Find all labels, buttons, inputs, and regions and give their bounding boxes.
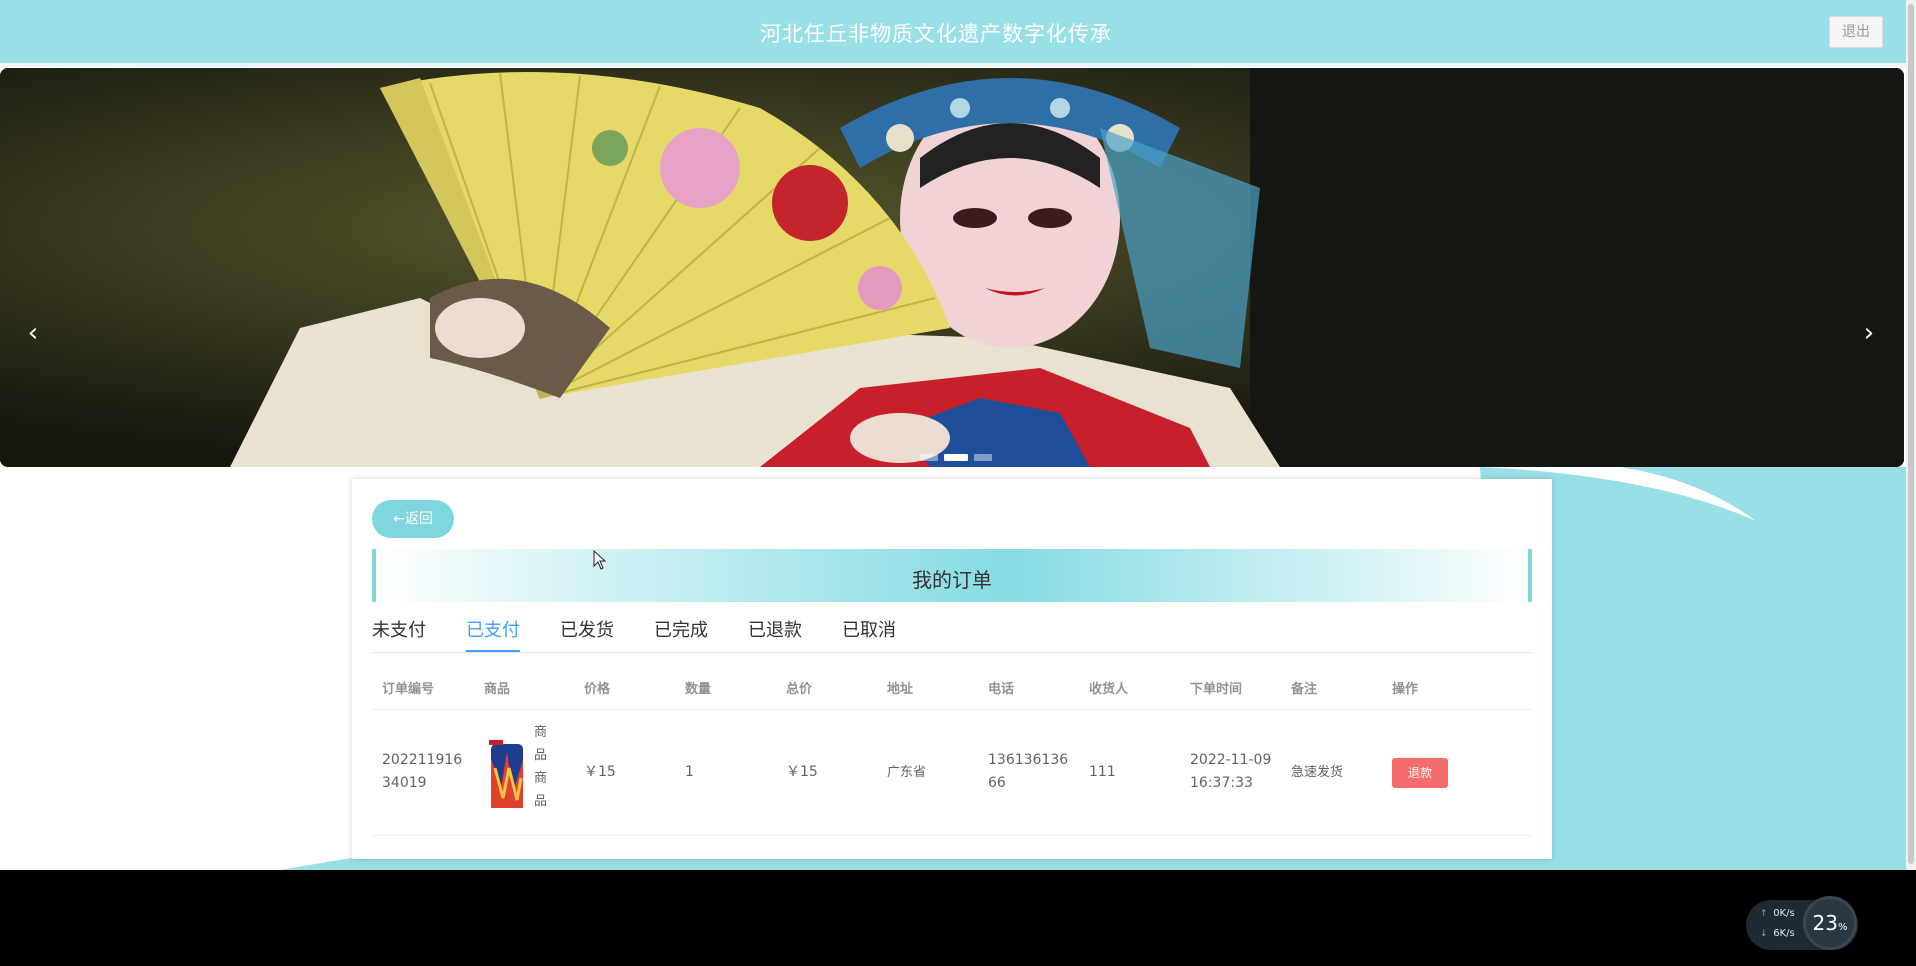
page-footer: [0, 870, 1916, 966]
mouse-cursor-icon: [593, 550, 607, 570]
tab-completed[interactable]: 已完成: [654, 620, 708, 652]
refund-button[interactable]: 退款: [1392, 758, 1448, 788]
top-header: 河北任丘非物质文化遗产数字化传承 退出: [0, 0, 1906, 63]
usage-percent-value: 23: [1812, 911, 1838, 935]
tab-unpaid[interactable]: 未支付: [372, 620, 426, 652]
table-header: 订单编号 商品 价格 数量 总价 地址 电话 收货人 下单时间 备注 操作: [372, 664, 1532, 710]
product-name: 商 品 商 品: [534, 721, 547, 813]
order-number-line1: 202211916: [382, 752, 463, 768]
order-time-value: 2022-11-09 16:37:33: [1190, 749, 1271, 795]
order-number-line2: 34019: [382, 775, 427, 791]
tab-cancelled[interactable]: 已取消: [842, 620, 896, 652]
upload-arrow-icon: ↑: [1760, 909, 1768, 919]
column-header-action: 操作: [1392, 682, 1419, 697]
tab-refunded[interactable]: 已退款: [748, 620, 802, 652]
orders-table: 订单编号 商品 价格 数量 总价 地址 电话 收货人 下单时间 备注 操作 20…: [372, 664, 1532, 836]
phone-line1: 136136136: [988, 752, 1069, 768]
product-name-char: 商: [534, 725, 548, 740]
phone-value: 136136136 66: [988, 749, 1068, 795]
carousel-indicators: [920, 454, 992, 461]
carousel-dot[interactable]: [974, 454, 992, 461]
product-image: [489, 740, 523, 808]
carousel-prev-button[interactable]: ‹: [18, 313, 48, 353]
column-header-order-time: 下单时间: [1190, 682, 1243, 697]
note-value: 急速发货: [1291, 765, 1344, 780]
tab-paid[interactable]: 已支付: [466, 620, 520, 652]
upload-speed-value: 0K/s: [1773, 908, 1795, 919]
tab-shipped[interactable]: 已发货: [560, 620, 614, 652]
download-speed: ↓ 6K/s: [1760, 928, 1795, 939]
phone-line2: 66: [988, 775, 1006, 791]
download-arrow-icon: ↓: [1760, 929, 1768, 939]
quantity-value: 1: [685, 764, 694, 780]
order-number: 202211916 34019: [382, 749, 462, 795]
order-time-date: 2022-11-09: [1190, 752, 1272, 768]
product-name-char: 品: [534, 748, 548, 763]
column-header-note: 备注: [1291, 682, 1318, 697]
column-header-price: 价格: [584, 682, 611, 697]
page-title: 我的订单: [912, 568, 992, 592]
order-time-clock: 16:37:33: [1190, 775, 1253, 791]
column-header-order-no: 订单编号: [382, 682, 435, 697]
header-divider: [0, 63, 1906, 67]
section-title-bar: 我的订单: [372, 549, 1532, 602]
table-row: 202211916 34019 商 品 商 品 ￥15 1 ￥15 广东省 13…: [372, 710, 1532, 836]
column-header-product: 商品: [484, 682, 511, 697]
product-name-char: 品: [534, 794, 548, 809]
address-value: 广东省: [887, 765, 927, 780]
carousel-dot[interactable]: [920, 454, 938, 461]
column-header-total: 总价: [786, 682, 813, 697]
usage-percent-unit: %: [1837, 922, 1848, 933]
order-status-tabs: 未支付 已支付 已发货 已完成 已退款 已取消: [372, 620, 1532, 653]
banner-carousel[interactable]: ‹ ›: [0, 68, 1904, 467]
site-title: 河北任丘非物质文化遗产数字化传承: [760, 22, 1112, 46]
carousel-next-button[interactable]: ›: [1854, 313, 1884, 353]
scrollbar-thumb[interactable]: [1908, 4, 1914, 864]
upload-speed: ↑ 0K/s: [1760, 908, 1795, 919]
total-value: ￥15: [786, 764, 818, 780]
orders-panel: ←返回 我的订单 未支付 已支付 已发货 已完成 已退款 已取消 订单编号 商品…: [352, 479, 1552, 859]
receiver-value: 111: [1089, 764, 1116, 780]
usage-percent-circle[interactable]: 23%: [1803, 896, 1857, 950]
column-header-phone: 电话: [988, 682, 1015, 697]
column-header-quantity: 数量: [685, 682, 712, 697]
carousel-dot-active[interactable]: [944, 454, 968, 461]
product-name-char: 商: [534, 771, 548, 786]
download-speed-value: 6K/s: [1773, 928, 1795, 939]
column-header-address: 地址: [887, 682, 914, 697]
back-button[interactable]: ←返回: [372, 500, 454, 538]
logout-button[interactable]: 退出: [1829, 16, 1883, 48]
price-value: ￥15: [584, 764, 616, 780]
column-header-receiver: 收货人: [1089, 682, 1129, 697]
banner-image: [0, 68, 1904, 467]
